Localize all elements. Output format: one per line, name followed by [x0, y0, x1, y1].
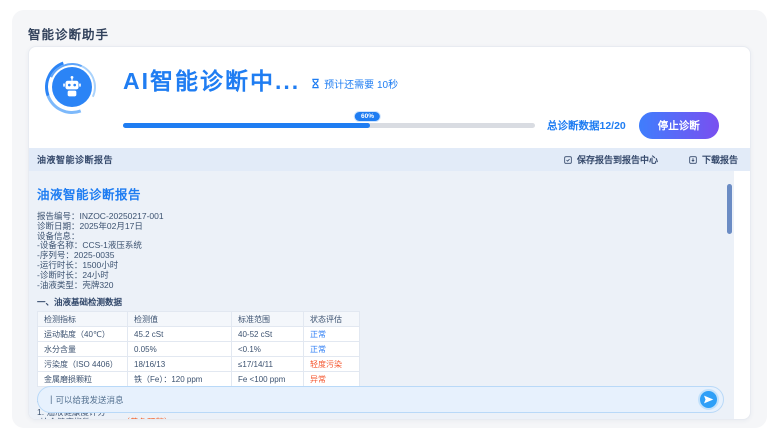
- report-scroll-area: 油液智能诊断报告 报告编号：INZOC-20250217-001 诊断日期：20…: [29, 171, 734, 419]
- download-report-label: 下载报告: [701, 155, 738, 165]
- eta-indicator: 预计还需要 10秒: [310, 76, 398, 91]
- message-input[interactable]: [55, 394, 698, 405]
- report-meta-line: -油液类型：壳牌320: [37, 279, 114, 290]
- download-icon: [689, 155, 697, 164]
- value-cell: 铁（Fe）：120 ppm: [127, 371, 232, 388]
- diagnosis-card: AI智能诊断中... 预计还需要 10秒 60% 总诊断数据12/20 停止诊断…: [28, 46, 751, 420]
- range-cell: ≤17/14/11: [231, 356, 304, 373]
- save-report-button[interactable]: 保存报告到报告中心: [563, 153, 658, 166]
- scrollbar-thumb[interactable]: [727, 184, 732, 234]
- save-report-label: 保存报告到报告中心: [576, 155, 658, 165]
- column-header: 检测值: [127, 311, 232, 328]
- diagnosis-header: AI智能诊断中... 预计还需要 10秒 60% 总诊断数据12/20 停止诊断: [29, 47, 750, 148]
- progress-percent-badge: 60%: [353, 111, 381, 122]
- status-cell: 正常: [303, 326, 360, 343]
- metric-cell: 运动黏度（40℃）: [37, 326, 128, 343]
- status-cell: 轻度污染: [303, 356, 360, 373]
- report-meta-line: -诊断时长：24小时: [37, 269, 109, 280]
- column-header: 检测指标: [37, 311, 128, 328]
- report-meta-line: -设备名称：CCS-1液压系统: [37, 240, 142, 251]
- save-icon: [564, 155, 572, 164]
- column-header: 状态评估: [303, 311, 360, 328]
- send-icon: [704, 395, 714, 404]
- report-toolbar: 油液智能诊断报告 保存报告到报告中心 下载报告: [29, 148, 750, 171]
- value-cell: 45.2 cSt: [127, 326, 232, 343]
- send-button[interactable]: [698, 389, 719, 410]
- text-caret: |: [50, 394, 53, 405]
- section1-title: 一、油液基础检测数据: [37, 297, 123, 308]
- page-title: 智能诊断助手: [28, 28, 110, 42]
- report-meta-line: 诊断日期：2025年02月17日: [37, 220, 143, 231]
- report-meta-line: -序列号：2025-0035: [37, 250, 115, 261]
- metric-cell: 水分含量: [37, 341, 128, 358]
- table-row: 金属磨损颗粒 铁（Fe）：120 ppm Fe <100 ppm 异常: [37, 371, 360, 388]
- robot-avatar: [36, 51, 108, 123]
- value-cell: 18/16/13: [127, 356, 232, 373]
- progress-bar: 60%: [123, 111, 535, 128]
- range-cell: 40-52 cSt: [231, 326, 304, 343]
- table-row: 污染度（ISO 4406） 18/16/13 ≤17/14/11 轻度污染: [37, 356, 360, 373]
- table-row: 水分含量 0.05% <0.1% 正常: [37, 341, 360, 358]
- range-cell: <0.1%: [231, 341, 304, 358]
- table-row: 运动黏度（40℃） 45.2 cSt 40-52 cSt 正常: [37, 326, 360, 343]
- message-composer: |: [37, 386, 724, 413]
- status-cell: 异常: [303, 371, 360, 388]
- stop-diagnosis-button[interactable]: 停止诊断: [638, 112, 719, 139]
- range-cell: Fe <100 ppm: [231, 371, 304, 388]
- hourglass-icon: [312, 78, 319, 89]
- status-cell: 正常: [303, 341, 360, 358]
- health-score-value: 72/100（黄色预警）: [96, 417, 173, 419]
- report-meta: 报告编号：INZOC-20250217-001 诊断日期：2025年02月17日…: [37, 211, 720, 290]
- metric-cell: 金属磨损颗粒: [37, 371, 128, 388]
- tab-oil-report[interactable]: 油液智能诊断报告: [37, 153, 113, 166]
- report-title: 油液智能诊断报告: [37, 188, 142, 202]
- download-report-button[interactable]: 下载报告: [688, 153, 738, 166]
- app-panel: 智能诊断助手 AI智能诊断中... 预计还需要 10秒 60% 总诊断数据12/…: [12, 10, 767, 428]
- table-header-row: 检测指标 检测值 标准范围 状态评估: [37, 311, 360, 328]
- test-data-table: 检测指标 检测值 标准范围 状态评估 运动黏度（40℃） 45.2 cSt 40…: [37, 311, 360, 388]
- column-header: 标准范围: [231, 311, 304, 328]
- metric-cell: 污染度（ISO 4406）: [37, 356, 128, 373]
- progress-fill: [123, 123, 371, 128]
- robot-icon: [52, 67, 92, 107]
- value-cell: 0.05%: [127, 341, 232, 358]
- total-data-label: 总诊断数据12/20: [547, 120, 626, 132]
- diagnosis-status-title: AI智能诊断中...: [123, 68, 301, 94]
- report-meta-line: -运行时长：1500小时: [37, 259, 119, 270]
- health-score-line: -综合健康指数: 72/100（黄色预警）: [37, 417, 720, 419]
- eta-label: 预计还需要 10秒: [324, 80, 399, 91]
